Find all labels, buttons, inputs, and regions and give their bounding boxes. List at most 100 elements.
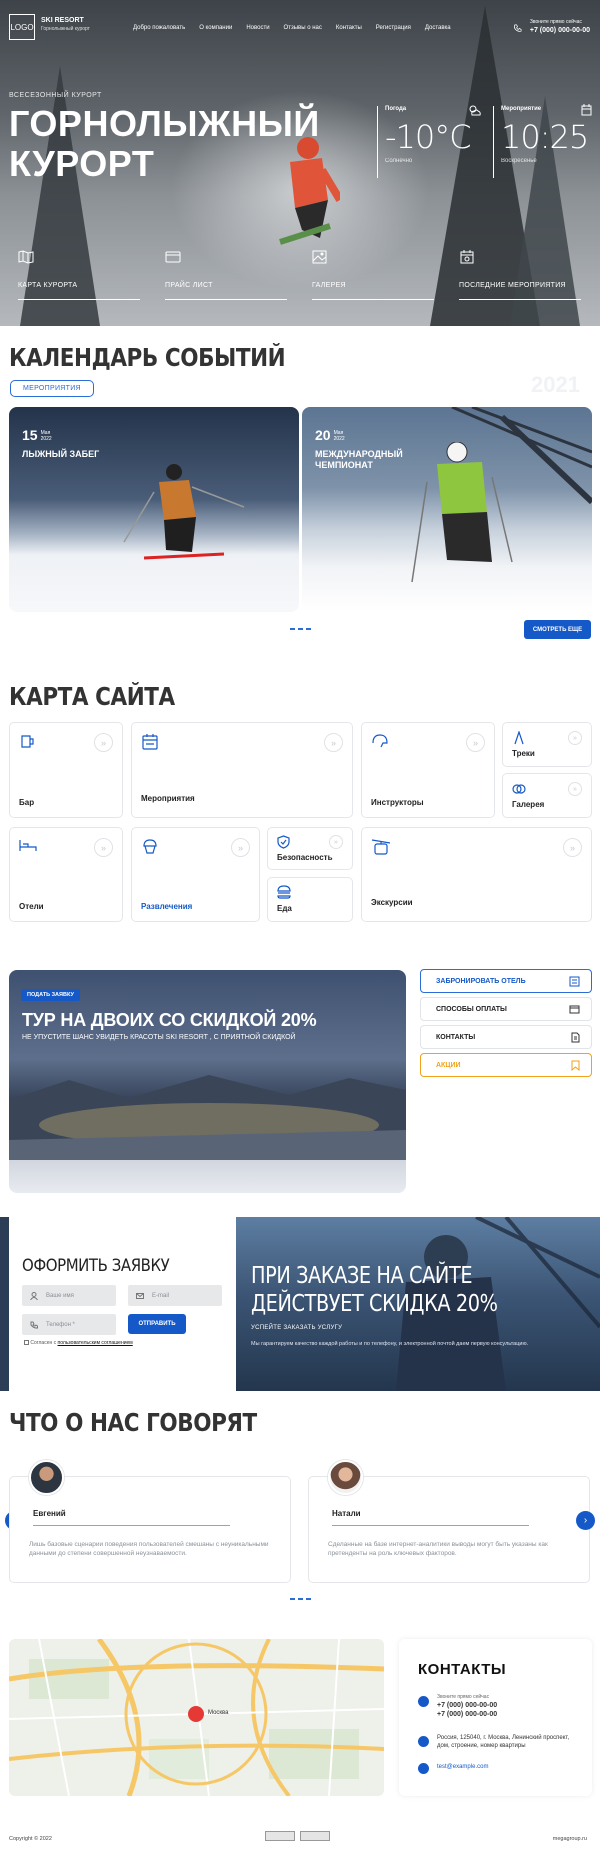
sitemap-title: КАРТА САЙТА bbox=[9, 682, 175, 711]
discount-subtitle: УСПЕЙТЕ ЗАКАЗАТЬ УСЛУГУ bbox=[251, 1325, 343, 1331]
event-card[interactable]: 15 Мая 2022 ЛЫЖНЫЙ ЗАБЕГ bbox=[9, 407, 299, 612]
sitemap-item-excursions[interactable]: » Экскурсии bbox=[361, 827, 592, 922]
brand[interactable]: SKI RESORT Горнолыжный курорт bbox=[41, 17, 90, 32]
form-title: ОФОРМИТЬ ЗАЯВКУ bbox=[22, 1256, 170, 1276]
counter-badge[interactable] bbox=[265, 1831, 295, 1841]
counter-badge[interactable] bbox=[300, 1831, 330, 1841]
promo-banner[interactable]: ПОДАТЬ ЗАЯВКУ ТУР НА ДВОИХ СО СКИДКОЙ 20… bbox=[9, 970, 406, 1193]
logo[interactable]: LOGO bbox=[9, 14, 35, 40]
divider bbox=[33, 1525, 230, 1526]
agreement-link[interactable]: пользовательским соглашением bbox=[58, 1340, 133, 1346]
event-widget: Мероприятие 10:25 Воскресенье bbox=[493, 104, 592, 178]
hotel-icon bbox=[569, 976, 580, 986]
sitemap-item-food[interactable]: Еда bbox=[267, 877, 353, 922]
phone-field[interactable]: Телефон * bbox=[22, 1314, 116, 1335]
mail-icon bbox=[418, 1763, 429, 1774]
developer-link[interactable]: megagroup.ru bbox=[553, 1836, 587, 1842]
sitemap-item-tracks[interactable]: » Треки bbox=[502, 722, 592, 767]
calendar-ghost-year: 2021 bbox=[531, 372, 580, 397]
location-icon bbox=[418, 1736, 429, 1747]
card-icon bbox=[569, 1005, 580, 1013]
contact-phone[interactable]: +7 (000) 000-00-00 bbox=[437, 1702, 497, 1709]
bookmark-icon bbox=[571, 1060, 580, 1071]
sitemap-label: Мероприятия bbox=[141, 794, 195, 803]
nav-item-welcome[interactable]: Добро пожаловать bbox=[133, 25, 185, 31]
brand-name: SKI RESORT bbox=[41, 17, 84, 24]
reviews-next-button[interactable]: › bbox=[576, 1511, 595, 1530]
quick-link-map[interactable]: КАРТА КУРОРТА bbox=[18, 250, 140, 300]
sitemap-item-entertainment[interactable]: » Развлечения bbox=[131, 827, 260, 922]
hero-subtitle: ВСЕСЕЗОННЫЙ КУРОРТ bbox=[9, 92, 102, 99]
event-title: ЛЫЖНЫЙ ЗАБЕГ bbox=[22, 449, 100, 459]
header-phone[interactable]: Звоните прямо сейчас +7 (000) 000-00-00 bbox=[513, 19, 590, 34]
event-time: 10:25 bbox=[501, 118, 589, 156]
carousel-dot[interactable] bbox=[298, 628, 303, 630]
contacts-button[interactable]: КОНТАКТЫ bbox=[420, 1025, 592, 1049]
review-card: Натали Сделанные на базе интернет-аналит… bbox=[308, 1460, 590, 1583]
event-date: 20 Мая 2022 bbox=[315, 427, 345, 443]
quick-link-gallery[interactable]: ГАЛЕРЕЯ bbox=[312, 250, 434, 300]
nav-item-reviews[interactable]: Отзывы о нас bbox=[284, 25, 322, 31]
hero-banner: LOGO SKI RESORT Горнолыжный курорт Добро … bbox=[0, 0, 600, 326]
arrow-icon: » bbox=[329, 835, 343, 849]
carousel-dot[interactable] bbox=[298, 1598, 303, 1600]
agreement: Согласен с пользовательским соглашением bbox=[24, 1340, 133, 1346]
email-link[interactable]: test@example.com bbox=[437, 1764, 488, 1774]
gallery-icon bbox=[512, 784, 526, 794]
event-title: МЕЖДУНАРОДНЫЙ ЧЕМПИОНАТ bbox=[315, 449, 403, 470]
carousel-dot[interactable] bbox=[290, 1598, 295, 1600]
nav-item-register[interactable]: Регистрация bbox=[376, 25, 411, 31]
contact-phone[interactable]: +7 (000) 000-00-00 bbox=[437, 1711, 497, 1718]
main-nav: Добро пожаловать О компании Новости Отзы… bbox=[133, 25, 451, 31]
events-tag-button[interactable]: МЕРОПРИЯТИЯ bbox=[10, 380, 94, 397]
event-card[interactable]: 20 Мая 2022 МЕЖДУНАРОДНЫЙ ЧЕМПИОНАТ bbox=[302, 407, 592, 612]
sitemap-item-safety[interactable]: » Безопасность bbox=[267, 827, 353, 870]
carousel-dots[interactable] bbox=[290, 628, 311, 630]
calendar-icon bbox=[142, 734, 158, 750]
promotions-button[interactable]: АКЦИИ bbox=[420, 1053, 592, 1077]
arrow-icon: » bbox=[568, 782, 582, 796]
discount-text: Мы гарантируем качество каждой работы и … bbox=[251, 1341, 529, 1347]
nav-item-about[interactable]: О компании bbox=[199, 25, 232, 31]
carousel-dot[interactable] bbox=[306, 1598, 311, 1600]
phone-number[interactable]: +7 (000) 000-00-00 bbox=[530, 27, 590, 34]
sitemap-item-bar[interactable]: » Бар bbox=[9, 722, 123, 818]
quick-link-label: ПОСЛЕДНИЕ МЕРОПРИЯТИЯ bbox=[459, 282, 566, 289]
email-field[interactable]: E-mail bbox=[128, 1285, 222, 1306]
event-day-number: 20 bbox=[315, 427, 331, 443]
review-text: Сделанные на базе интернет-аналитики выв… bbox=[328, 1541, 548, 1557]
sitemap-item-events[interactable]: » Мероприятия bbox=[131, 722, 353, 818]
sitemap-label: Экскурсии bbox=[371, 898, 413, 907]
submit-button[interactable]: ОТПРАВИТЬ bbox=[128, 1314, 186, 1334]
cupcake-icon bbox=[143, 839, 157, 854]
reviews-dots[interactable] bbox=[290, 1598, 311, 1600]
sitemap-item-instructors[interactable]: » Инструкторы bbox=[361, 722, 495, 818]
quick-link-price[interactable]: ПРАЙС ЛИСТ bbox=[165, 250, 287, 300]
carousel-dot[interactable] bbox=[306, 628, 311, 630]
agree-checkbox[interactable] bbox=[24, 1340, 29, 1346]
sitemap-item-gallery[interactable]: » Галерея bbox=[502, 773, 592, 818]
name-field[interactable]: Ваше имя bbox=[22, 1285, 116, 1306]
user-icon bbox=[30, 1291, 38, 1300]
skier-image bbox=[123, 464, 245, 560]
reviewer-name: Натали bbox=[332, 1509, 361, 1518]
see-more-button[interactable]: СМОТРЕТЬ ЕЩЕ bbox=[524, 620, 591, 639]
mail-icon bbox=[136, 1292, 144, 1299]
book-hotel-button[interactable]: ЗАБРОНИРОВАТЬ ОТЕЛЬ bbox=[420, 969, 592, 993]
nav-item-contacts[interactable]: Контакты bbox=[336, 25, 362, 31]
quick-link-events[interactable]: ПОСЛЕДНИЕ МЕРОПРИЯТИЯ bbox=[459, 250, 581, 300]
sitemap-item-hotels[interactable]: » Отели bbox=[9, 827, 123, 922]
nav-item-news[interactable]: Новости bbox=[246, 25, 269, 31]
beer-icon bbox=[21, 735, 34, 748]
sitemap-label: Развлечения bbox=[141, 902, 193, 911]
event-year: 2022 bbox=[40, 436, 52, 443]
payment-methods-button[interactable]: СПОСОБЫ ОПЛАТЫ bbox=[420, 997, 592, 1021]
nav-item-delivery[interactable]: Доставка bbox=[425, 25, 451, 31]
burger-icon bbox=[277, 885, 291, 899]
divider bbox=[332, 1525, 529, 1526]
calendar-title: КАЛЕНДАРЬ СОБЫТИЙ bbox=[9, 343, 286, 372]
carousel-dot[interactable] bbox=[290, 628, 295, 630]
map[interactable]: Москва bbox=[9, 1639, 384, 1796]
apply-tag[interactable]: ПОДАТЬ ЗАЯВКУ bbox=[21, 989, 80, 1001]
arrow-icon: » bbox=[231, 838, 250, 857]
